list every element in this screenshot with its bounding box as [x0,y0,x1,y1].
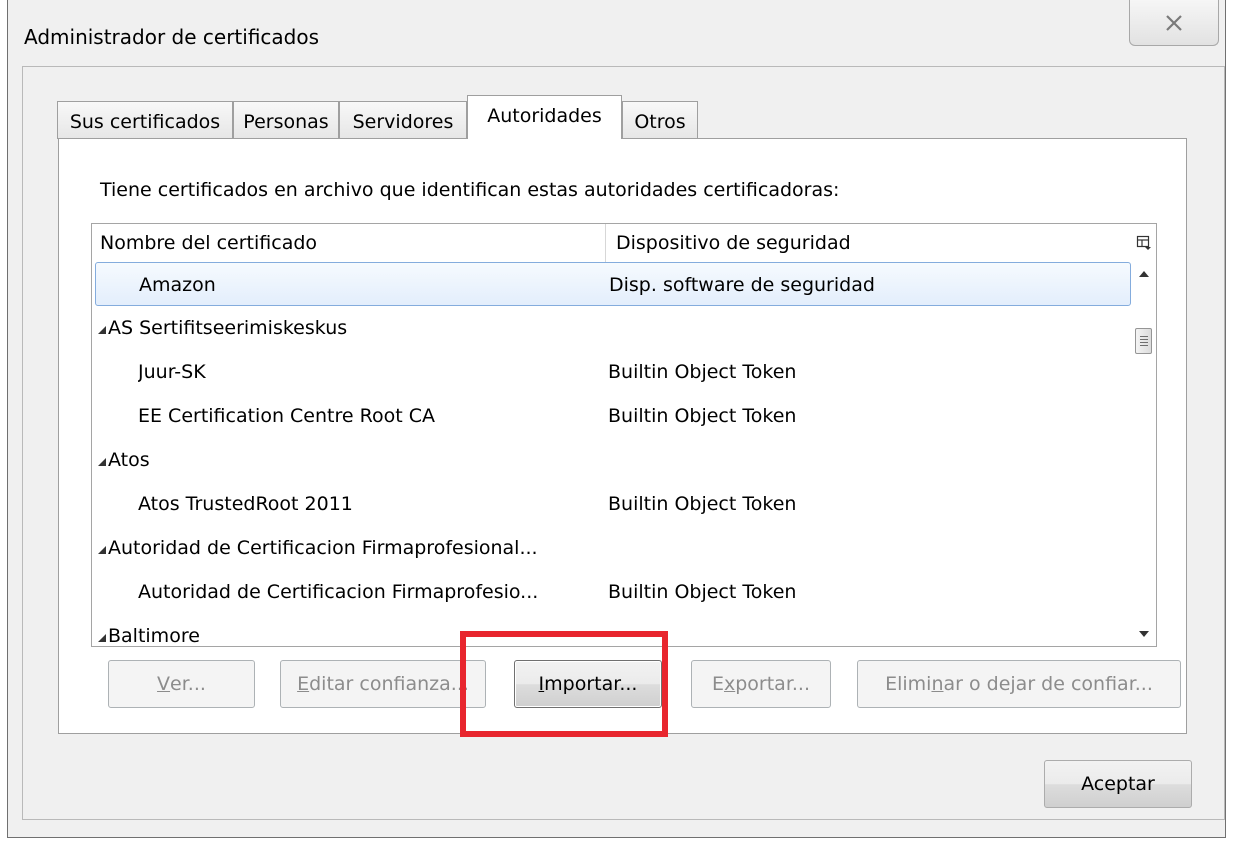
tab-personas[interactable]: Personas [233,101,339,139]
row-name: EE Certification Centre Root CA [138,405,435,427]
scroll-up-button[interactable] [1132,262,1156,286]
column-header-name[interactable]: Nombre del certificado [92,224,606,262]
title-bar[interactable]: Administrador de certificados [8,0,1225,66]
row-name: Baltimore [108,625,200,647]
panel-description: Tiene certificados en archivo que identi… [100,179,840,201]
arrow-down-icon [1139,631,1149,637]
accept-button[interactable]: Aceptar [1044,760,1192,808]
tree-group-baltimore[interactable]: Baltimore [92,614,1132,647]
import-button[interactable]: Importar... [514,660,662,708]
tree-row-juur-sk[interactable]: Juur-SK Builtin Object Token [92,350,1132,394]
tab-otros[interactable]: Otros [622,101,698,139]
tree-row-atos-trustedroot[interactable]: Atos TrustedRoot 2011 Builtin Object Tok… [92,482,1132,526]
delete-or-distrust-button[interactable]: Elimi n ar o dejar de confiar... [857,660,1181,708]
row-name: AS Sertifitseerimiskeskus [108,317,348,339]
row-device: Builtin Object Token [608,405,797,427]
expanded-triangle-icon[interactable] [98,546,106,554]
column-picker-button[interactable] [1132,224,1156,262]
row-device: Disp. software de seguridad [609,274,875,296]
row-name: Atos [108,449,150,471]
tree-header: Nombre del certificado Dispositivo de se… [92,224,1156,262]
tree-scrollbar[interactable] [1132,262,1156,646]
row-name: Autoridad de Certificacion Firmaprofesio… [108,537,538,559]
row-name: Autoridad de Certificacion Firmaprofesio… [138,581,539,603]
tree-row-ee-certification-centre[interactable]: EE Certification Centre Root CA Builtin … [92,394,1132,438]
expanded-triangle-icon[interactable] [98,634,106,642]
expanded-triangle-icon[interactable] [98,458,106,466]
certificate-tree[interactable]: Nombre del certificado Dispositivo de se… [91,223,1157,647]
expanded-triangle-icon[interactable] [98,326,106,334]
column-header-device[interactable]: Dispositivo de seguridad [606,224,1133,262]
close-button[interactable] [1129,0,1219,46]
tree-group-as-sertifitseerimiskeskus[interactable]: AS Sertifitseerimiskeskus [92,306,1132,350]
certificate-manager-dialog: Administrador de certificados Sus certif… [7,0,1226,838]
row-device: Builtin Object Token [608,361,797,383]
row-name: Juur-SK [138,361,206,383]
column-picker-icon [1136,235,1151,250]
window-title: Administrador de certificados [24,25,320,49]
view-button[interactable]: Ver... [108,660,255,708]
tree-row-firmaprofesional[interactable]: Autoridad de Certificacion Firmaprofesio… [92,570,1132,614]
edit-trust-button[interactable]: Editar confianza... [280,660,486,708]
arrow-up-icon [1139,271,1149,277]
row-device: Builtin Object Token [608,581,797,603]
row-name: Amazon [139,274,216,296]
scroll-thumb[interactable] [1135,328,1152,354]
authorities-panel: Tiene certificados en archivo que identi… [58,138,1187,734]
close-icon [1166,14,1182,31]
export-button[interactable]: Ex portar... [691,660,831,708]
scroll-down-button[interactable] [1132,622,1156,646]
tab-servidores[interactable]: Servidores [339,101,467,139]
dialog-body: Sus certificados Personas Servidores Aut… [22,66,1225,820]
row-device: Builtin Object Token [608,493,797,515]
tree-row-amazon[interactable]: Amazon Disp. software de seguridad [95,262,1131,306]
tree-group-firmaprofesional[interactable]: Autoridad de Certificacion Firmaprofesio… [92,526,1132,570]
row-name: Atos TrustedRoot 2011 [138,493,353,515]
tree-group-atos[interactable]: Atos [92,438,1132,482]
tab-sus-certificados[interactable]: Sus certificados [57,101,233,139]
tab-autoridades[interactable]: Autoridades [467,95,622,139]
